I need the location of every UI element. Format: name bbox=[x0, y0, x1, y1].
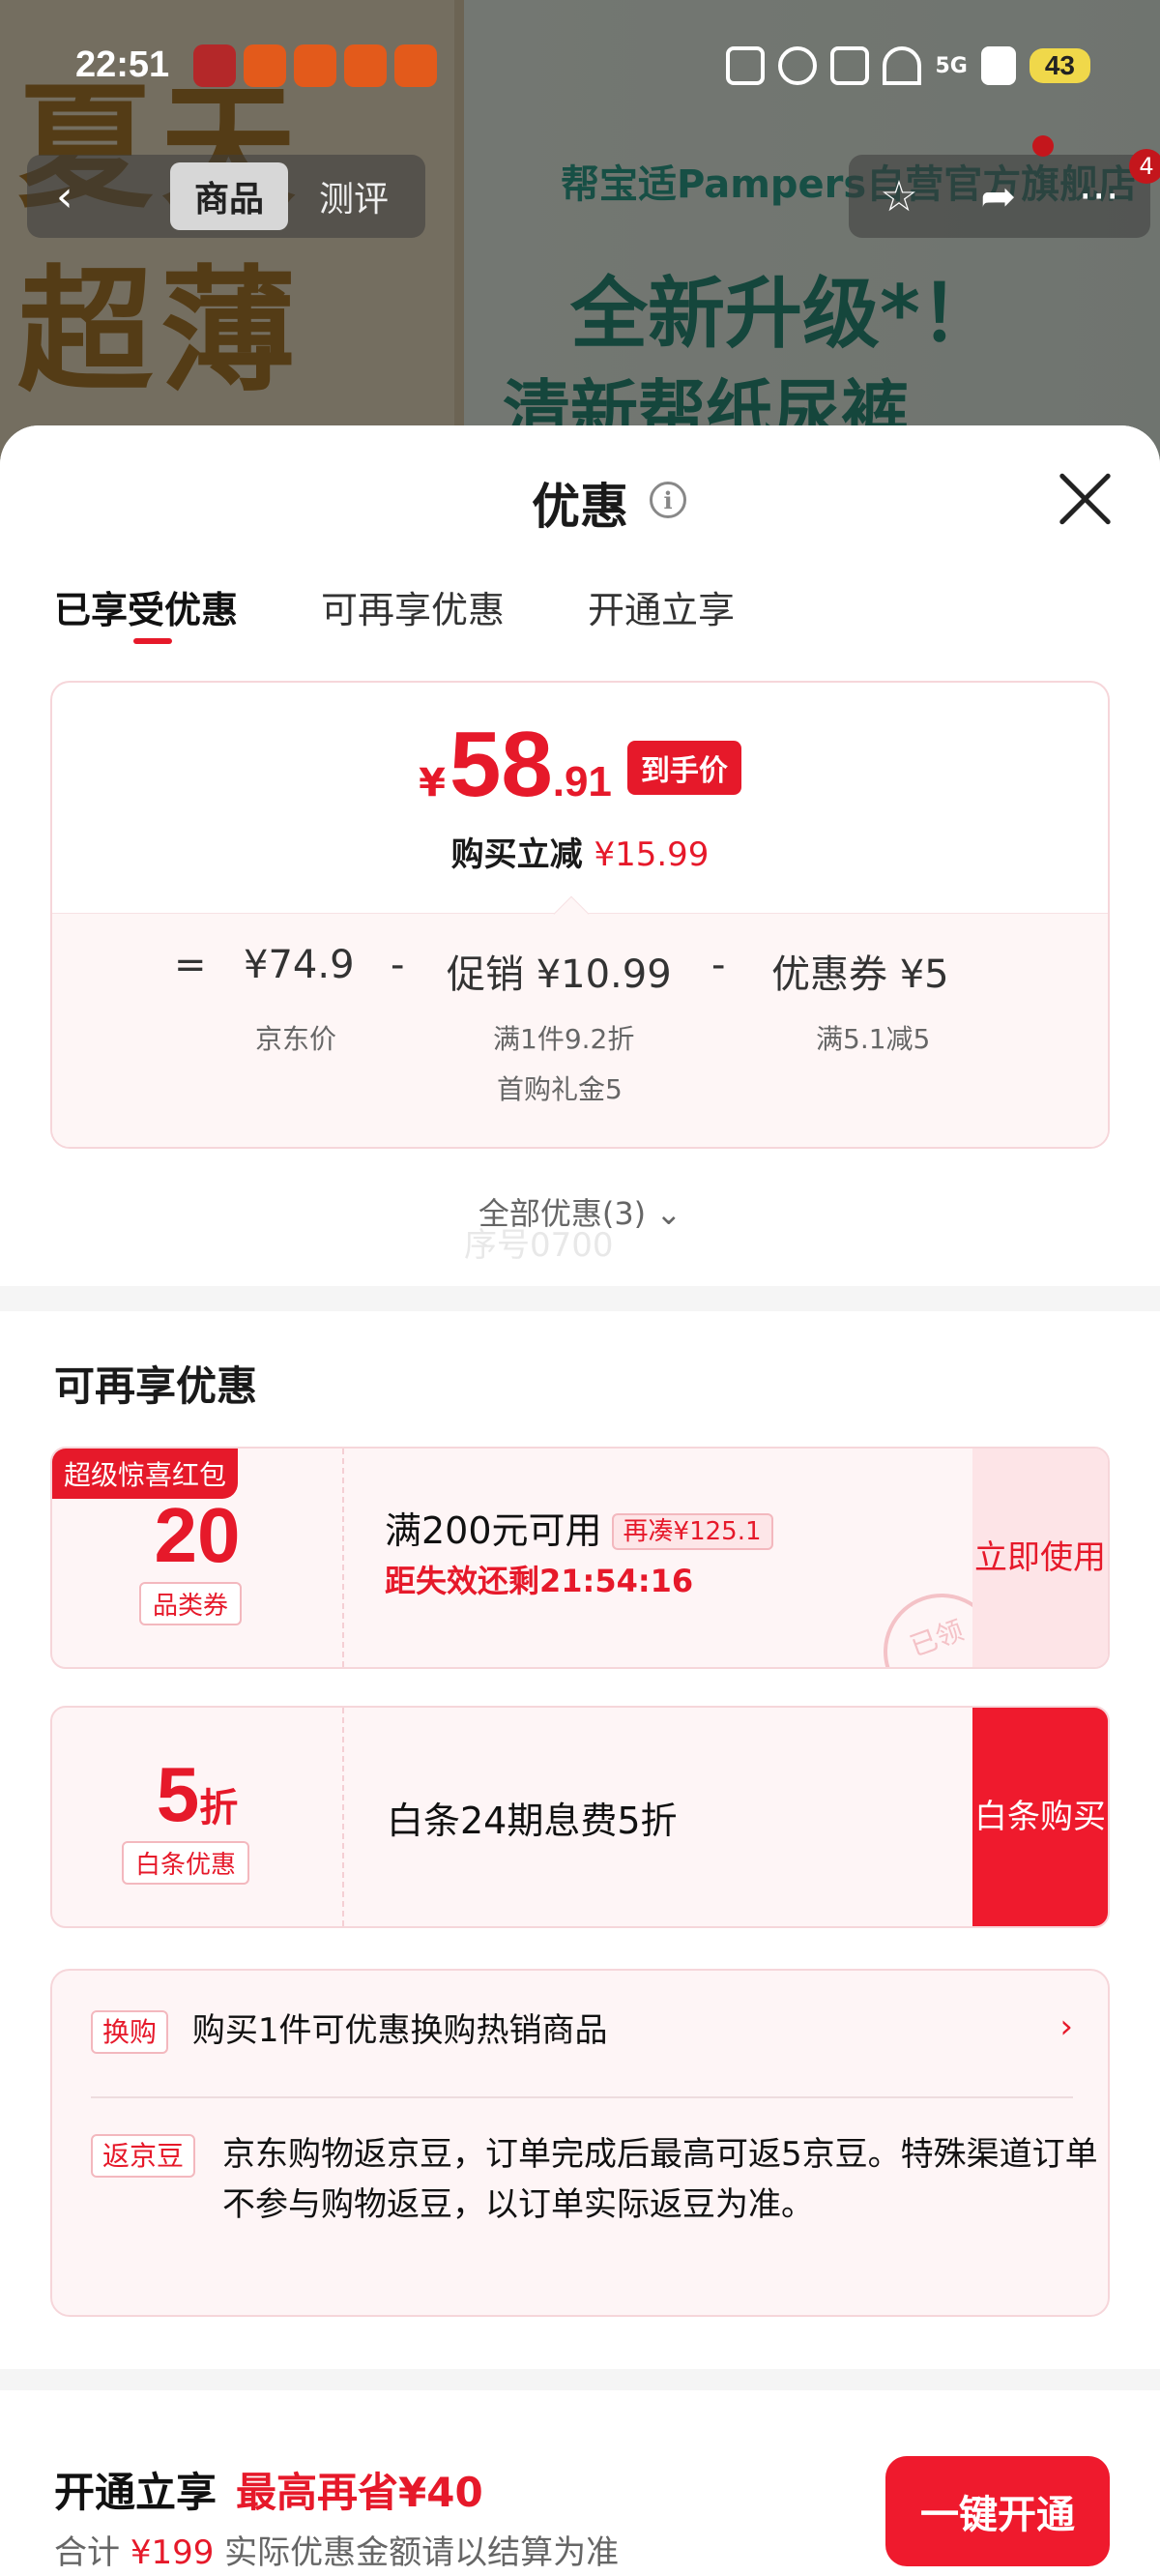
coupon-countdown: 距失效还剩21:54:16 bbox=[385, 1563, 694, 1599]
nav-right-group: ☆ ➦ ··· bbox=[849, 155, 1150, 238]
app-notification-icon bbox=[344, 44, 387, 87]
price-decimal: .91 bbox=[552, 758, 612, 805]
status-icons: 5G 43 bbox=[726, 46, 1090, 85]
bottom-title: 开通立享 最高再省¥40 bbox=[54, 2460, 483, 2519]
chevron-down-icon: ⌄ bbox=[655, 1195, 682, 1232]
exchange-text: 购买1件可优惠换购热销商品 bbox=[191, 2011, 608, 2050]
baitiao-buy-button[interactable]: 白条购买 bbox=[972, 1708, 1108, 1926]
coupon-value: 20 bbox=[154, 1492, 241, 1578]
base-price: ¥74.9 bbox=[244, 943, 355, 987]
coupon-divider bbox=[342, 1708, 344, 1926]
status-bar: 22:51 5G 43 bbox=[0, 39, 1160, 97]
more-discounts-section: 可再享优惠 超级惊喜红包 20 品类券 满200元可用 再凑¥125.1 距失效还… bbox=[0, 1311, 1160, 2369]
discount-tabs: 已享受优惠 可再享优惠 开通立享 bbox=[54, 580, 735, 644]
battery-level: 43 bbox=[1029, 48, 1090, 83]
info-icon[interactable]: i bbox=[650, 482, 686, 518]
promo-amount: 促销 ¥10.99 bbox=[447, 952, 672, 997]
exchange-row[interactable]: 换购 购买1件可优惠换购热销商品 › bbox=[91, 2004, 1073, 2062]
network-type: 5G bbox=[935, 53, 968, 78]
notification-dot bbox=[1032, 135, 1054, 157]
total-amount: ¥199 bbox=[130, 2533, 215, 2572]
coupon-condition: 白条24期息费5折 bbox=[387, 1800, 678, 1842]
app-notification-icon bbox=[244, 44, 286, 87]
close-icon[interactable] bbox=[1056, 470, 1114, 528]
total-note: 实际优惠金额请以结算为准 bbox=[224, 2533, 620, 2572]
applied-discounts-panel: 优惠 i 已享受优惠 可再享优惠 开通立享 ¥ 58 .91 到手价 购买立减 … bbox=[0, 425, 1160, 1286]
equals-sign: = bbox=[174, 943, 207, 987]
extra-benefits-card: 换购 购买1件可优惠换购热销商品 › 返京豆 京东购物返京豆，订单完成后最高可返… bbox=[50, 1969, 1110, 2317]
vibrate-icon bbox=[830, 46, 870, 85]
clock: 22:51 bbox=[75, 44, 170, 85]
one-click-open-button[interactable]: 一键开通 bbox=[885, 2456, 1110, 2566]
coupon-gap-chip: 再凑¥125.1 bbox=[611, 1513, 773, 1550]
coupon-condition-text: 满200元可用 bbox=[385, 1509, 602, 1552]
beans-tag-wrap: 返京豆 bbox=[91, 2134, 196, 2178]
open-label: 开通立享 bbox=[54, 2469, 218, 2516]
tab-applied[interactable]: 已享受优惠 bbox=[54, 580, 238, 644]
minus-sign: - bbox=[391, 943, 405, 987]
total-prefix: 合计 bbox=[54, 2533, 120, 2572]
message-badge: 4 bbox=[1129, 149, 1160, 184]
tab-open-now[interactable]: 开通立享 bbox=[588, 580, 735, 633]
beans-tag: 返京豆 bbox=[91, 2134, 196, 2178]
promo-condition: 满1件9.2折 bbox=[493, 1023, 635, 1055]
bottom-subtitle: 合计 ¥199 实际优惠金额请以结算为准 bbox=[54, 2526, 619, 2573]
signal-icon bbox=[980, 46, 1016, 85]
reduce-amount: ¥15.99 bbox=[594, 835, 710, 874]
tab-more-available[interactable]: 可再享优惠 bbox=[321, 580, 505, 633]
coupon-card-baitiao: 5折 白条优惠 白条24期息费5折 白条购买 bbox=[50, 1706, 1110, 1928]
price-summary: ¥ 58 .91 到手价 购买立减 ¥15.99 bbox=[52, 683, 1108, 913]
price-breakdown: = ¥74.9 - 促销 ¥10.99 - 优惠券 ¥5 京东价 满1件9.2折… bbox=[52, 913, 1108, 1147]
coupon-amount: 优惠券 ¥5 bbox=[771, 952, 949, 997]
discount-sheet: 优惠 i 已享受优惠 可再享优惠 开通立享 ¥ 58 .91 到手价 购买立减 … bbox=[0, 425, 1160, 2576]
instant-reduce: 购买立减 ¥15.99 bbox=[52, 828, 1108, 875]
chevron-right-icon: › bbox=[1059, 2007, 1073, 2046]
product-nav-bar: ‹ 商品 测评 ☆ ➦ ··· 4 bbox=[27, 135, 1160, 238]
discount-rate-unit: 折 bbox=[199, 1787, 239, 1830]
alarm-icon bbox=[778, 46, 818, 85]
bottom-bar: 开通立享 最高再省¥40 合计 ¥199 实际优惠金额请以结算为准 一键开通 bbox=[0, 2390, 1160, 2576]
app-notification-icon bbox=[394, 44, 437, 87]
base-price-label: 京东价 bbox=[255, 1023, 337, 1055]
nfc-icon bbox=[726, 46, 766, 85]
tab-product[interactable]: 商品 bbox=[170, 162, 288, 230]
discount-rate: 5折 bbox=[52, 1750, 342, 1839]
coupon-type: 品类券 bbox=[139, 1582, 243, 1625]
coupon-type: 白条优惠 bbox=[122, 1841, 250, 1885]
missed-call-icon bbox=[193, 44, 236, 87]
final-price-card: ¥ 58 .91 到手价 购买立减 ¥15.99 = ¥74.9 - 促销 ¥1… bbox=[50, 681, 1110, 1149]
coupon-condition: 满5.1减5 bbox=[816, 1023, 931, 1055]
divider bbox=[91, 2096, 1073, 2098]
more-icon[interactable]: ··· bbox=[1079, 172, 1119, 221]
tab-review[interactable]: 测评 bbox=[319, 162, 389, 230]
reduce-label: 购买立减 bbox=[450, 835, 583, 874]
wifi-icon bbox=[883, 46, 922, 85]
discount-rate-value: 5 bbox=[156, 1751, 200, 1837]
use-now-button[interactable]: 立即使用 bbox=[972, 1449, 1108, 1667]
section-title: 可再享优惠 bbox=[54, 1362, 258, 1410]
back-icon[interactable]: ‹ bbox=[56, 172, 73, 221]
promo-gift: 首购礼金5 bbox=[497, 1073, 623, 1105]
final-price-tag: 到手价 bbox=[626, 741, 741, 795]
max-save: 最高再省¥40 bbox=[236, 2469, 483, 2516]
coupon-card-category: 超级惊喜红包 20 品类券 满200元可用 再凑¥125.1 距失效还剩21:54… bbox=[50, 1447, 1110, 1669]
currency-symbol: ¥ bbox=[419, 761, 446, 805]
minus-sign: - bbox=[711, 943, 726, 987]
nav-left-group: ‹ 商品 测评 bbox=[27, 155, 425, 238]
coupon-condition: 满200元可用 再凑¥125.1 bbox=[385, 1501, 773, 1554]
sheet-title: 优惠 bbox=[532, 479, 628, 535]
watermark: 序号0700 bbox=[464, 1226, 614, 1265]
price-integer: 58 bbox=[449, 713, 553, 816]
favorite-star-icon[interactable]: ☆ bbox=[880, 172, 917, 221]
exchange-tag: 换购 bbox=[91, 2010, 169, 2054]
app-notification-icon bbox=[294, 44, 336, 87]
coupon-divider bbox=[342, 1449, 344, 1667]
final-price: ¥ 58 .91 到手价 bbox=[52, 712, 1108, 818]
beans-text: 京东购物返京豆，订单完成后最高可返5京豆。特殊渠道订单不参与购物返豆，以订单实际… bbox=[222, 2135, 1098, 2224]
share-icon[interactable]: ➦ bbox=[980, 172, 1016, 221]
